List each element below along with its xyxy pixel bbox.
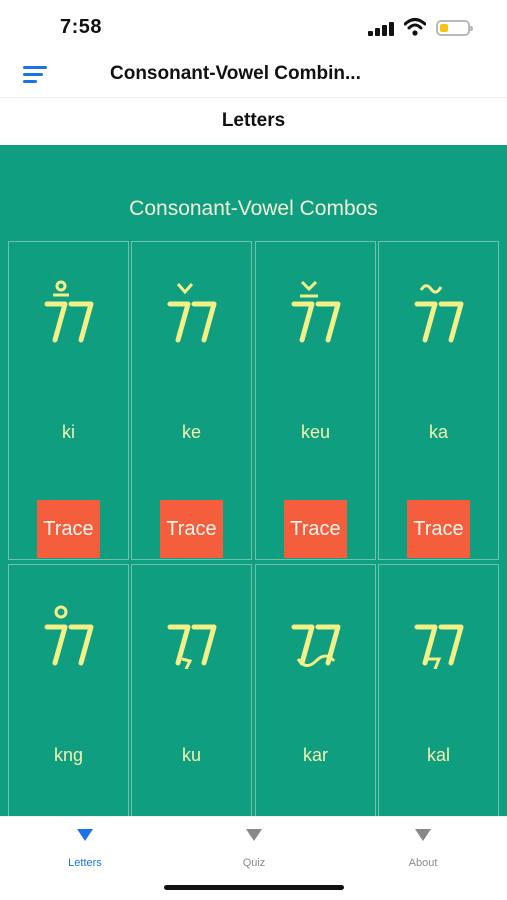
section-header-title: Letters: [221, 110, 286, 131]
letter-glyph-icon: [132, 276, 251, 351]
letter-glyph-icon: [9, 276, 128, 351]
romanization-label: kng: [53, 745, 84, 765]
combo-card-kar[interactable]: kar: [255, 564, 376, 816]
cellular-signal-icon: [368, 22, 396, 36]
tab-quiz-icon: [246, 829, 262, 841]
combo-card-ke[interactable]: ke Trace: [131, 241, 252, 560]
combo-card-kal[interactable]: kal: [378, 564, 499, 816]
status-bar: 7:58: [0, 0, 507, 52]
tab-letters-icon: [77, 829, 93, 841]
combo-card-ku[interactable]: ku: [131, 564, 252, 816]
romanization-label: ku: [181, 745, 201, 765]
letter-glyph-icon: [379, 276, 498, 351]
page-title: Consonant-Vowel Combin...: [110, 63, 361, 84]
combos-panel: Consonant-Vowel Combos ki Trace ke Trace…: [0, 145, 507, 816]
app-header: Consonant-Vowel Combin...: [0, 52, 507, 98]
tab-letters[interactable]: Letters: [25, 825, 145, 869]
tab-about-label: About: [408, 857, 438, 869]
tab-about[interactable]: About: [363, 825, 483, 869]
combo-card-keu[interactable]: keu Trace: [255, 241, 376, 560]
section-header: Letters: [0, 98, 507, 145]
letter-glyph-icon: [132, 599, 251, 674]
combo-card-ki[interactable]: ki Trace: [8, 241, 129, 560]
trace-button[interactable]: Trace: [37, 500, 100, 558]
battery-icon: [436, 20, 473, 36]
combos-title: Consonant-Vowel Combos: [129, 197, 378, 220]
letter-glyph-icon: [256, 599, 375, 674]
romanization-label: kar: [302, 745, 328, 765]
wifi-icon: [404, 18, 426, 36]
romanization-label: ke: [181, 422, 201, 442]
status-time: 7:58: [60, 16, 103, 38]
trace-button[interactable]: Trace: [407, 500, 470, 558]
romanization-label: ka: [428, 422, 448, 442]
letter-glyph-icon: [256, 276, 375, 351]
romanization-label: kal: [426, 745, 450, 765]
tab-about-icon: [415, 829, 431, 841]
combo-card-kng[interactable]: kng: [8, 564, 129, 816]
trace-button[interactable]: Trace: [160, 500, 223, 558]
tab-letters-label: Letters: [68, 857, 102, 869]
letter-glyph-icon: [9, 599, 128, 674]
home-indicator: [164, 885, 344, 890]
letter-glyph-icon: [379, 599, 498, 674]
tab-quiz[interactable]: Quiz: [194, 825, 314, 869]
romanization-label: keu: [300, 422, 331, 442]
romanization-label: ki: [62, 422, 75, 442]
trace-button[interactable]: Trace: [284, 500, 347, 558]
hamburger-menu-icon[interactable]: [23, 66, 47, 84]
tab-quiz-label: Quiz: [242, 857, 266, 869]
combo-card-ka[interactable]: ka Trace: [378, 241, 499, 560]
